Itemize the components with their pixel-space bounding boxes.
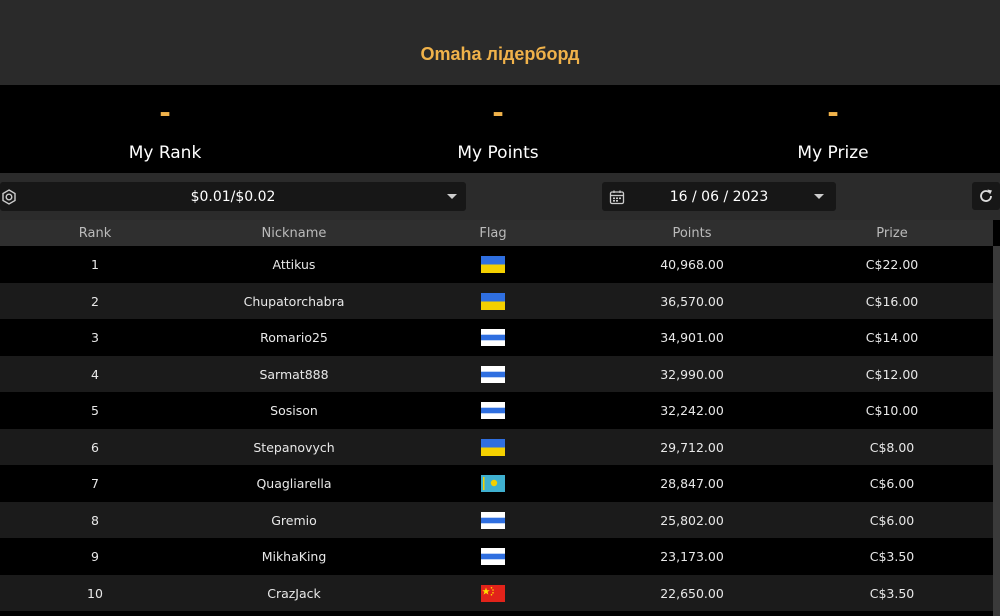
page-title: Omaha лідерборд — [420, 44, 580, 64]
prize-cell: C$10.00 — [865, 403, 919, 418]
my-rank-label: My Rank — [128, 143, 202, 163]
prize-cell: C$14.00 — [865, 330, 919, 345]
prize-cell: C$12.00 — [865, 366, 919, 382]
points-cell: 22,650.00 — [660, 585, 724, 601]
chevron-down-icon — [447, 194, 457, 199]
table-row[interactable]: 7 Quagliarella 28,847.00 C$6.00 — [0, 465, 993, 502]
prize-cell: C$16.00 — [865, 293, 919, 309]
flag-icon — [481, 584, 505, 602]
points-cell: 40,968.00 — [660, 257, 724, 272]
column-header-points[interactable]: Points — [617, 226, 767, 241]
nickname-cell: Romario25 — [260, 330, 328, 345]
column-header-flag[interactable]: Flag — [443, 226, 543, 241]
flag-icon — [481, 438, 505, 456]
nickname-cell: Attikus — [272, 257, 316, 272]
flag-icon — [481, 475, 505, 492]
rank-cell: 3 — [91, 330, 99, 345]
table-row[interactable]: 5 Sosison 32,242.00 C$10.00 — [0, 392, 993, 429]
points-cell: 29,712.00 — [660, 439, 724, 455]
points-cell: 25,802.00 — [660, 512, 724, 528]
date-picker[interactable]: 16 / 06 / 2023 — [602, 182, 836, 211]
table-row[interactable]: 3 Romario25 34,901.00 C$14.00 — [0, 319, 993, 356]
my-points-label: My Points — [457, 143, 539, 163]
table-row[interactable]: 2 Chupatorchabra 36,570.00 C$16.00 — [0, 282, 993, 319]
prize-cell: C$6.00 — [869, 512, 915, 528]
table-header: Rank Nickname Flag Points Prize — [0, 220, 993, 246]
prize-cell: C$3.50 — [869, 549, 915, 564]
flag-icon — [481, 292, 505, 310]
rank-cell: 8 — [91, 512, 99, 528]
column-header-rank[interactable]: Rank — [45, 226, 145, 241]
nickname-cell: CrazJack — [267, 585, 321, 601]
my-rank-value: - — [159, 96, 171, 129]
rank-cell: 10 — [87, 585, 103, 601]
points-cell: 23,173.00 — [660, 549, 724, 564]
refresh-button[interactable] — [972, 182, 1000, 210]
table-row[interactable]: 1 Attikus 40,968.00 C$22.00 — [0, 246, 993, 283]
flag-icon — [481, 511, 505, 529]
table-row[interactable]: 8 Gremio 25,802.00 C$6.00 — [0, 501, 993, 538]
prize-cell: C$8.00 — [869, 439, 915, 455]
rank-cell: 5 — [91, 403, 99, 418]
prize-cell: C$6.00 — [869, 476, 915, 491]
column-header-nickname[interactable]: Nickname — [194, 226, 394, 241]
rank-cell: 4 — [91, 366, 99, 382]
stakes-value: $0.01/$0.02 — [190, 189, 276, 205]
my-prize-label: My Prize — [797, 143, 869, 163]
my-rank-stat: - My Rank — [0, 85, 330, 173]
my-prize-value: - — [827, 96, 839, 129]
table-row[interactable]: 4 Sarmat888 32,990.00 C$12.00 — [0, 355, 993, 392]
table-row[interactable]: 6 Stepanovych 29,712.00 C$8.00 — [0, 428, 993, 465]
nickname-cell: Gremio — [271, 512, 317, 528]
my-stats-panel: - My Rank - My Points - My Prize — [0, 85, 1000, 173]
refresh-icon — [980, 189, 992, 202]
nickname-cell: Stepanovych — [253, 439, 335, 455]
date-value: 16 / 06 / 2023 — [669, 189, 769, 205]
rank-cell: 1 — [91, 257, 99, 272]
my-prize-stat: - My Prize — [668, 85, 998, 173]
my-points-stat: - My Points — [333, 85, 663, 173]
rank-cell: 6 — [91, 439, 99, 455]
nickname-cell: Sosison — [270, 403, 318, 418]
header: Omaha лідерборд — [0, 0, 1000, 85]
nickname-cell: Sarmat888 — [259, 366, 329, 382]
rank-cell: 2 — [91, 293, 99, 309]
points-cell: 28,847.00 — [660, 476, 724, 491]
prize-cell: C$3.50 — [869, 585, 915, 601]
points-cell: 32,990.00 — [660, 366, 724, 382]
chevron-down-icon — [814, 194, 824, 199]
flag-icon — [481, 548, 505, 565]
my-points-value: - — [492, 96, 504, 129]
flag-icon — [481, 365, 505, 383]
stakes-select[interactable]: $0.01/$0.02 — [0, 182, 466, 211]
points-cell: 32,242.00 — [660, 403, 724, 418]
flag-icon — [481, 329, 505, 346]
table-row[interactable]: 10 CrazJack 22,650.00 C$3.50 — [0, 574, 993, 611]
points-cell: 36,570.00 — [660, 293, 724, 309]
scrollbar[interactable] — [993, 246, 1000, 616]
prize-cell: C$22.00 — [865, 257, 919, 272]
column-header-prize[interactable]: Prize — [817, 226, 967, 241]
filter-bar: $0.01/$0.02 16 / 06 / 2023 — [0, 173, 1000, 220]
rank-cell: 7 — [91, 476, 99, 491]
nickname-cell: Chupatorchabra — [243, 293, 345, 309]
nickname-cell: Quagliarella — [256, 476, 332, 491]
table-row[interactable]: 9 MikhaKing 23,173.00 C$3.50 — [0, 538, 993, 575]
flag-icon — [481, 402, 505, 419]
rank-cell: 9 — [91, 549, 99, 564]
flag-icon — [481, 256, 505, 273]
points-cell: 34,901.00 — [660, 330, 724, 345]
nickname-cell: MikhaKing — [261, 549, 327, 564]
